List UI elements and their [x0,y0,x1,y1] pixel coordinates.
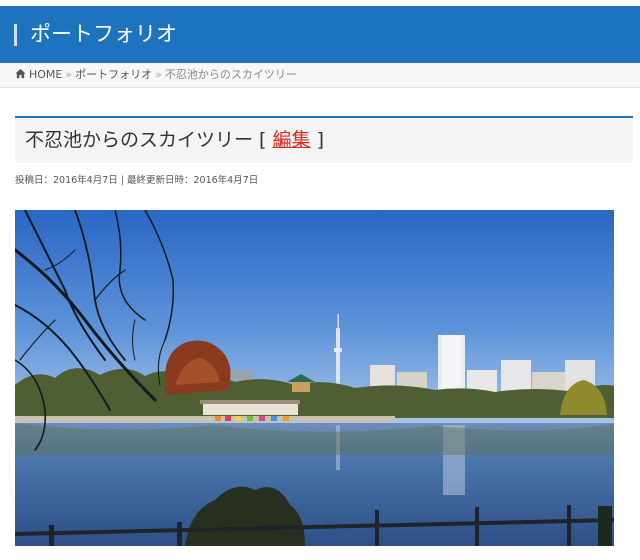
title-accent-bar [14,24,17,46]
post-title-box: 不忍池からのスカイツリー [ 編集 ] [15,116,633,163]
featured-photo[interactable] [15,210,614,546]
breadcrumb-separator: » [155,68,162,81]
breadcrumb-separator: » [65,68,73,81]
post-title-text: 不忍池からのスカイツリー [25,129,254,151]
edit-bracket-open: [ [253,129,273,151]
home-icon [15,68,26,79]
photo-skytree-scene [15,210,614,546]
site-title[interactable]: ポートフォリオ [30,20,177,48]
breadcrumb: HOME» ポートフォリオ» 不忍池からのスカイツリー [0,63,640,88]
breadcrumb-section[interactable]: ポートフォリオ [75,68,152,81]
post-title: 不忍池からのスカイツリー [ 編集 ] [25,127,324,153]
edit-link[interactable]: 編集 [273,129,311,151]
post-meta: 投稿日：2016年4月7日 | 最終更新日時：2016年4月7日 [15,175,259,186]
breadcrumb-current: 不忍池からのスカイツリー [164,68,297,81]
breadcrumb-home[interactable]: HOME [29,68,62,81]
site-header: ポートフォリオ [0,6,640,63]
edit-bracket-close: ] [310,129,324,151]
